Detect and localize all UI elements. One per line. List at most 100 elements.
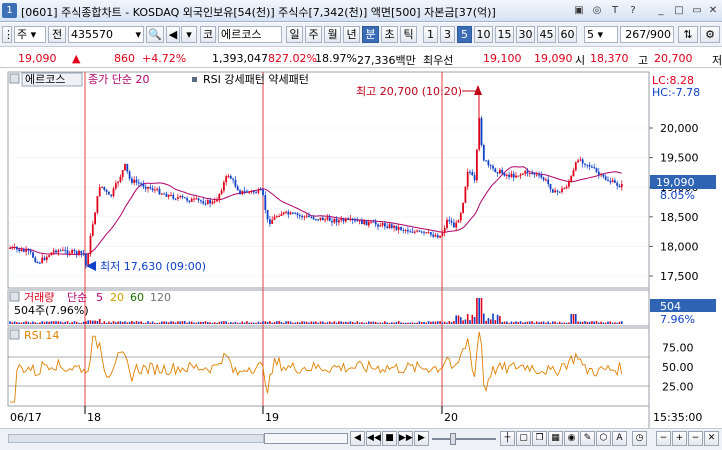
close-panel-icon[interactable]: ✕ xyxy=(704,431,719,446)
interval-button-0[interactable]: 1 xyxy=(423,26,438,43)
window-icon[interactable]: 1 xyxy=(2,3,17,18)
restore-icon[interactable]: ▭ xyxy=(690,4,704,18)
candle-body xyxy=(423,231,425,233)
candle-body xyxy=(241,190,244,194)
font-size-icon[interactable]: T xyxy=(608,4,622,18)
volume-bar xyxy=(600,321,602,324)
period-button-2[interactable]: 월 xyxy=(324,26,341,43)
scroll-left-icon[interactable]: ◀ xyxy=(350,431,365,446)
volume-bar xyxy=(278,321,280,324)
zoom-slider-handle[interactable] xyxy=(450,433,456,445)
settings-icon[interactable]: ⚙ xyxy=(700,26,720,43)
scroll-track[interactable] xyxy=(8,434,264,443)
candle-body xyxy=(496,171,499,174)
period-button-6[interactable]: 틱 xyxy=(400,26,417,43)
tool-box-icon[interactable]: ▢ xyxy=(516,431,531,446)
candle-body xyxy=(62,249,64,251)
volume-bar xyxy=(547,321,549,324)
candle-body xyxy=(48,255,50,257)
fast-forward-icon[interactable]: ▶▶ xyxy=(398,431,413,446)
volume-bar xyxy=(36,322,39,324)
scroll-right-icon[interactable]: ▶ xyxy=(414,431,429,446)
rsi-toggle-icon[interactable] xyxy=(9,329,20,340)
candle-body xyxy=(197,198,200,201)
volume-bar xyxy=(289,321,292,324)
volume-bar xyxy=(588,321,591,324)
stop-icon[interactable]: ■ xyxy=(382,431,397,446)
quote-volume-ratio: 827.02% xyxy=(268,52,317,65)
interval-button-1[interactable]: 3 xyxy=(440,26,455,43)
maximize-icon[interactable]: □ xyxy=(672,4,686,18)
lock-icon[interactable]: ▣ xyxy=(572,4,586,18)
period-button-5[interactable]: 초 xyxy=(381,26,398,43)
volume-bar xyxy=(135,321,138,324)
candle-body xyxy=(202,201,205,204)
stock-code-input[interactable]: 435570 ▾ xyxy=(68,26,144,43)
interval-button-7[interactable]: 60 xyxy=(558,26,577,43)
search-button[interactable]: 🔍 xyxy=(146,26,164,43)
tool-pen-icon[interactable]: ✎ xyxy=(580,431,595,446)
volume-bar xyxy=(34,322,37,324)
candle-body xyxy=(499,169,501,174)
candle-body xyxy=(338,220,340,223)
search-icon[interactable]: ◎ xyxy=(590,4,604,18)
interval-button-5[interactable]: 30 xyxy=(516,26,535,43)
tool-eye-icon[interactable]: ◉ xyxy=(564,431,579,446)
volume-bar xyxy=(494,320,497,324)
tool-clock-icon[interactable]: ◷ xyxy=(632,431,647,446)
zoom-in-icon[interactable]: + xyxy=(672,431,687,446)
tool-grid-icon[interactable]: ▦ xyxy=(548,431,563,446)
market-badge[interactable]: 코 xyxy=(200,26,216,43)
interval-button-3[interactable]: 10 xyxy=(474,26,493,43)
rewind-icon[interactable]: ◀◀ xyxy=(366,431,381,446)
zoom-out-icon[interactable]: − xyxy=(656,431,671,446)
help-icon[interactable]: ? xyxy=(626,4,640,18)
candle-body xyxy=(558,191,561,193)
volume-bar xyxy=(388,322,391,324)
minimize-icon[interactable]: _ xyxy=(654,4,668,18)
period-button-1[interactable]: 주 xyxy=(305,26,322,43)
prev-button[interactable]: 전 xyxy=(48,26,66,43)
high-annotation: 최고 20,700 (10:20) xyxy=(356,85,462,98)
menu-dropdown-icon[interactable]: ▾ xyxy=(181,26,197,43)
speaker-icon[interactable]: ◀ xyxy=(166,26,180,43)
tool-text-icon[interactable]: A xyxy=(612,431,627,446)
panel-toggle-icon[interactable] xyxy=(9,73,20,84)
close-icon[interactable]: ✕ xyxy=(706,4,720,18)
candle-body xyxy=(52,250,55,253)
volume-bar xyxy=(32,321,34,324)
tool-cross-icon[interactable]: ┼ xyxy=(500,431,515,446)
tool-shape-icon[interactable]: ⬡ xyxy=(596,431,611,446)
candle-body xyxy=(234,179,237,187)
candle-body xyxy=(554,190,556,193)
period-button-4[interactable]: 분 xyxy=(362,26,379,43)
volume-bar xyxy=(232,322,234,324)
period-button-3[interactable]: 년 xyxy=(343,26,360,43)
volume-bar xyxy=(115,322,117,324)
candle-body xyxy=(13,247,16,249)
volume-bar xyxy=(266,321,269,324)
volume-bar xyxy=(372,321,375,324)
interval-button-4[interactable]: 15 xyxy=(495,26,514,43)
interval-button-2[interactable]: 5 xyxy=(457,26,472,43)
count-select[interactable]: 5 ▾ xyxy=(584,26,618,43)
volume-toggle-icon[interactable] xyxy=(9,291,20,302)
volume-bar xyxy=(41,321,43,324)
scroll-thumb[interactable] xyxy=(264,433,348,444)
volume-bar xyxy=(476,298,478,324)
candle-body xyxy=(112,188,115,197)
market-select[interactable]: 주 ▾ xyxy=(14,26,46,43)
candle-body xyxy=(16,247,18,250)
chart-area[interactable]: 에르코스 종가 단순 20 RSI 강세패턴 약세패턴 LC:8.28 HC:-… xyxy=(0,68,722,428)
candle-body xyxy=(75,251,78,255)
volume-bar xyxy=(324,322,326,324)
candle-body xyxy=(400,227,402,230)
grip-icon[interactable]: ⋮ xyxy=(2,26,14,43)
zoom-minus-icon[interactable]: − xyxy=(688,431,703,446)
indicator-icon[interactable]: ⇅ xyxy=(678,26,698,43)
volume-bar xyxy=(411,322,414,324)
period-button-0[interactable]: 일 xyxy=(286,26,303,43)
interval-button-6[interactable]: 45 xyxy=(537,26,556,43)
tool-copy-icon[interactable]: ❐ xyxy=(532,431,547,446)
zoom-slider[interactable] xyxy=(432,438,496,440)
